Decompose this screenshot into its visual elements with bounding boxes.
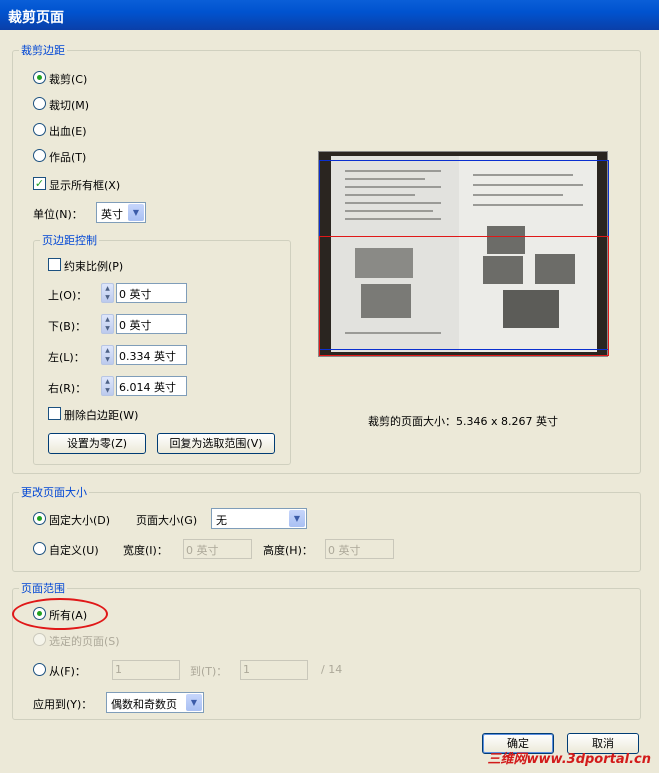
remove-white-margins-label[interactable]: 删除白边距(W) bbox=[64, 407, 138, 423]
radio-fixed-size[interactable] bbox=[33, 512, 46, 525]
margin-left-label: 左(L)： bbox=[48, 351, 85, 364]
set-to-zero-button[interactable]: 设置为零(Z) bbox=[48, 433, 146, 454]
total-pages: / 14 bbox=[321, 663, 343, 676]
radio-from-page[interactable] bbox=[33, 663, 46, 676]
change-page-size-legend: 更改页面大小 bbox=[21, 486, 87, 499]
radio-trim[interactable] bbox=[33, 97, 46, 110]
show-all-boxes-checkbox[interactable]: ✓ bbox=[33, 177, 46, 190]
width-input[interactable]: 0 英寸 bbox=[183, 539, 252, 559]
radio-bleed[interactable] bbox=[33, 123, 46, 136]
radio-crop[interactable] bbox=[33, 71, 46, 84]
radio-crop-label[interactable]: 裁剪(C) bbox=[49, 71, 87, 87]
radio-trim-label[interactable]: 裁切(M) bbox=[49, 97, 89, 113]
radio-bleed-label[interactable]: 出血(E) bbox=[49, 123, 87, 139]
margin-left-spinner[interactable]: ▲ ▼ bbox=[101, 345, 114, 365]
from-label[interactable]: 从(F)： bbox=[49, 663, 86, 679]
page-size-label: 页面大小(G) bbox=[136, 514, 198, 527]
remove-white-margins-checkbox[interactable] bbox=[48, 407, 61, 420]
chevron-down-icon[interactable]: ▼ bbox=[186, 694, 202, 711]
page-preview bbox=[318, 151, 609, 357]
margin-right-input[interactable]: 6.014 英寸 bbox=[116, 376, 187, 396]
radio-art-label[interactable]: 作品(T) bbox=[49, 149, 86, 165]
site-watermark: 三维网www.3dportal.cn bbox=[487, 752, 651, 767]
dialog-title: 裁剪页面 bbox=[0, 0, 659, 30]
margin-right-spinner[interactable]: ▲ ▼ bbox=[101, 376, 114, 396]
width-label: 宽度(I)： bbox=[123, 544, 168, 557]
margin-bottom-spinner[interactable]: ▲ ▼ bbox=[101, 314, 114, 334]
margin-left-input[interactable]: 0.334 英寸 bbox=[116, 345, 187, 365]
page-size-select-value: 无 bbox=[216, 514, 227, 527]
radio-art[interactable] bbox=[33, 149, 46, 162]
height-label: 高度(H)： bbox=[263, 544, 313, 557]
apply-to-select-value: 偶数和奇数页 bbox=[111, 698, 177, 711]
radio-fixed-size-label[interactable]: 固定大小(D) bbox=[49, 512, 110, 528]
radio-all-pages[interactable] bbox=[33, 607, 46, 620]
radio-custom-size[interactable] bbox=[33, 542, 46, 555]
margin-control-legend: 页边距控制 bbox=[42, 234, 97, 247]
radio-selected-pages-label[interactable]: 选定的页面(S) bbox=[49, 633, 120, 649]
show-all-boxes-label[interactable]: 显示所有框(X) bbox=[49, 177, 120, 193]
to-label: 到(T)： bbox=[190, 665, 228, 678]
unit-select[interactable]: 英寸 ▼ bbox=[96, 202, 146, 223]
radio-all-pages-label[interactable]: 所有(A) bbox=[49, 607, 87, 623]
bleed-box-outline bbox=[319, 236, 609, 356]
revert-to-selection-button[interactable]: 回复为选取范围(V) bbox=[157, 433, 275, 454]
margin-top-spinner[interactable]: ▲ ▼ bbox=[101, 283, 114, 303]
crop-margins-legend: 裁剪边距 bbox=[21, 44, 65, 57]
constrain-proportions-checkbox[interactable] bbox=[48, 258, 61, 271]
apply-to-select[interactable]: 偶数和奇数页 ▼ bbox=[106, 692, 204, 713]
unit-select-value: 英寸 bbox=[101, 208, 123, 221]
margin-bottom-input[interactable]: 0 英寸 bbox=[116, 314, 187, 334]
margin-top-input[interactable]: 0 英寸 bbox=[116, 283, 187, 303]
height-input[interactable]: 0 英寸 bbox=[325, 539, 394, 559]
margin-bottom-label: 下(B)： bbox=[48, 320, 87, 333]
to-page-input[interactable]: 1 bbox=[240, 660, 308, 680]
page-size-select[interactable]: 无 ▼ bbox=[211, 508, 307, 529]
from-page-input[interactable]: 1 bbox=[112, 660, 180, 680]
margin-top-label: 上(O)： bbox=[48, 289, 88, 302]
cropped-page-size: 裁剪的页面大小：5.346 x 8.267 英寸 bbox=[368, 415, 558, 428]
apply-to-label: 应用到(Y)： bbox=[33, 698, 93, 711]
radio-selected-pages[interactable] bbox=[33, 633, 46, 646]
chevron-down-icon[interactable]: ▼ bbox=[289, 510, 305, 527]
page-range-legend: 页面范围 bbox=[21, 582, 65, 595]
unit-label: 单位(N)： bbox=[33, 208, 83, 221]
margin-right-label: 右(R)： bbox=[48, 382, 87, 395]
radio-custom-size-label[interactable]: 自定义(U) bbox=[49, 542, 99, 558]
chevron-down-icon[interactable]: ▼ bbox=[128, 204, 144, 221]
constrain-proportions-label[interactable]: 约束比例(P) bbox=[64, 258, 123, 274]
